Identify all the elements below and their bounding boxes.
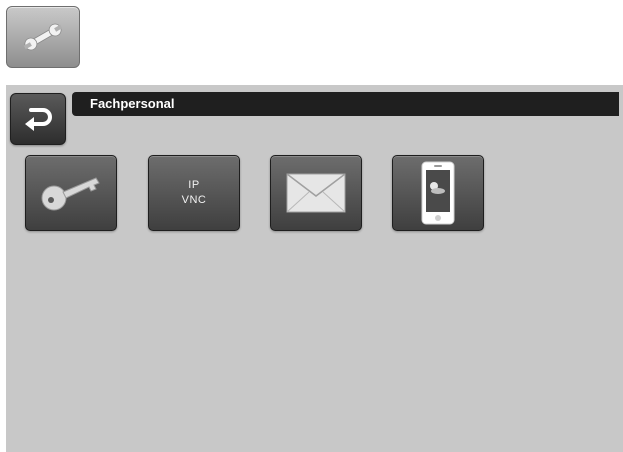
main-panel: Fachpersonal IP VNC	[6, 85, 623, 452]
tools-button[interactable]	[6, 6, 80, 68]
back-button[interactable]	[10, 93, 66, 145]
envelope-icon	[286, 173, 346, 213]
email-button[interactable]	[270, 155, 362, 231]
key-button[interactable]	[25, 155, 117, 231]
page-title: Fachpersonal	[90, 96, 175, 111]
ip-vnc-button[interactable]: IP VNC	[148, 155, 240, 231]
return-arrow-icon	[25, 108, 52, 131]
wrench-icon	[23, 23, 63, 51]
vnc-label: VNC	[181, 194, 207, 206]
smartphone-button[interactable]	[392, 155, 484, 231]
key-icon	[41, 177, 100, 211]
smartphone-icon	[421, 161, 455, 225]
title-bar: Fachpersonal	[72, 92, 619, 116]
ip-vnc-label: IP VNC	[182, 178, 207, 208]
ip-label: IP	[188, 179, 200, 191]
